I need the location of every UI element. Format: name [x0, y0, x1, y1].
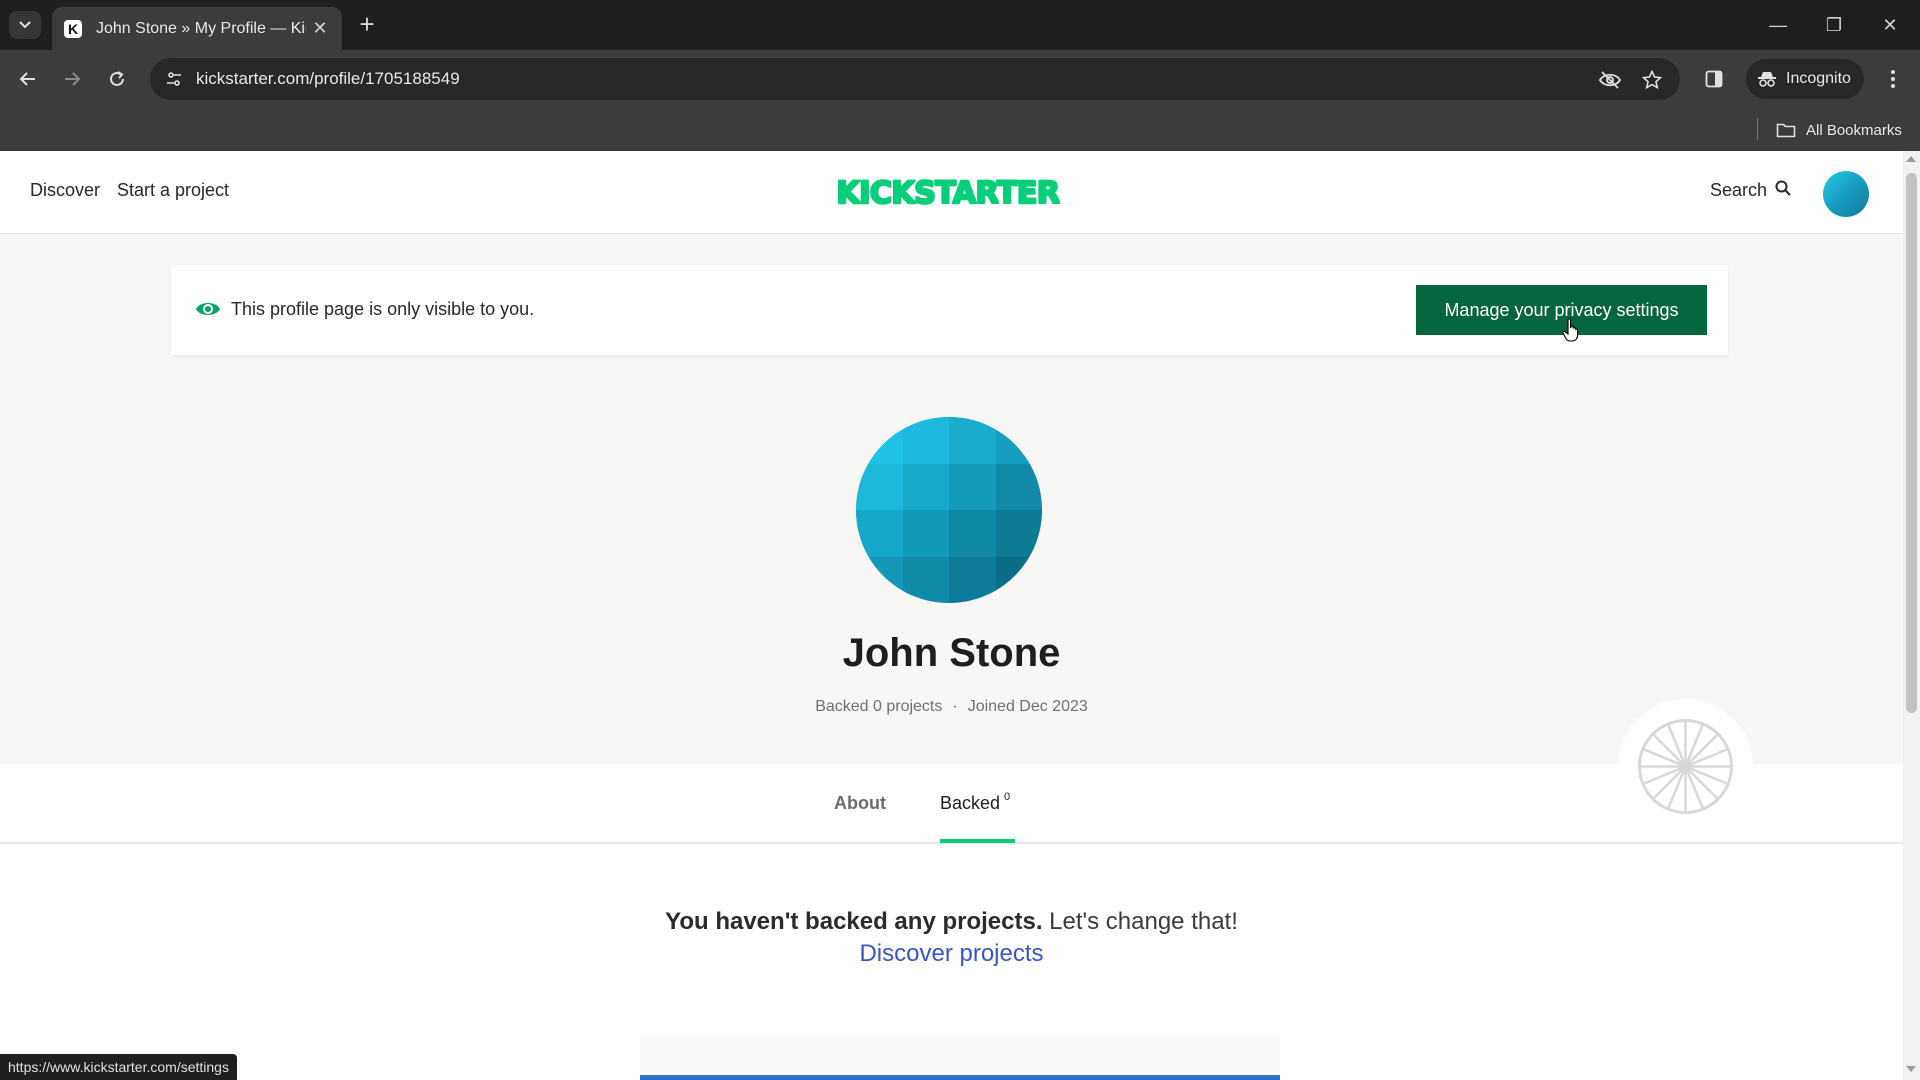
logo-wordmark: KICKSTARTER	[837, 176, 1060, 209]
meta-separator: ·	[952, 698, 958, 715]
empty-state-message: You haven't backed any projects. Let's c…	[0, 908, 1903, 936]
browser-menu-button[interactable]	[1878, 64, 1908, 94]
profile-name: John Stone	[842, 631, 1061, 675]
more-vertical-icon	[1891, 70, 1895, 88]
page-viewport: Discover Start a project KICKSTARTER Sea…	[0, 151, 1903, 1080]
hand-pointer-icon	[1562, 318, 1579, 342]
discover-projects-link[interactable]: Discover projects	[0, 940, 1903, 968]
empty-state-rest: Let's change that!	[1042, 908, 1238, 935]
site-header: Discover Start a project KICKSTARTER Sea…	[0, 151, 1903, 234]
loading-spinner-icon	[1618, 699, 1753, 834]
backed-count-text: Backed 0 projects	[815, 698, 943, 715]
back-button[interactable]	[13, 64, 43, 94]
kickstarter-logo[interactable]: KICKSTARTER	[835, 175, 1061, 213]
tab-about[interactable]: About	[834, 793, 886, 814]
close-tab-icon[interactable]: ✕	[310, 18, 330, 39]
url-text[interactable]: kickstarter.com/profile/1705188549	[196, 69, 460, 89]
side-panel-icon	[1705, 70, 1723, 88]
all-bookmarks-button[interactable]: All Bookmarks	[1776, 117, 1902, 143]
nav-discover-link[interactable]: Discover	[30, 180, 100, 201]
profile-avatar	[856, 417, 1042, 603]
content-card-accent	[640, 1075, 1280, 1080]
incognito-label: Incognito	[1786, 70, 1851, 87]
bookmarks-bar: All Bookmarks	[0, 108, 1920, 151]
search-button[interactable]: Search	[1710, 180, 1791, 201]
forward-button[interactable]	[57, 64, 87, 94]
kickstarter-favicon-icon: K	[64, 19, 82, 38]
all-bookmarks-label: All Bookmarks	[1806, 121, 1902, 139]
user-avatar-menu[interactable]	[1823, 171, 1869, 217]
browser-tab[interactable]: K John Stone » My Profile — Kick ✕	[52, 7, 342, 50]
nav-start-project-link[interactable]: Start a project	[117, 180, 229, 201]
scroll-up-arrow-icon[interactable]	[1906, 156, 1916, 162]
eye-icon	[196, 303, 220, 315]
scrollbar-thumb[interactable]	[1906, 173, 1917, 713]
site-info-button[interactable]	[160, 65, 188, 93]
address-bar[interactable]: kickstarter.com/profile/1705188549	[150, 58, 1680, 100]
search-label: Search	[1710, 180, 1768, 200]
tab-search-button[interactable]	[9, 11, 41, 39]
empty-state-bold: You haven't backed any projects.	[665, 908, 1043, 935]
privacy-notice-card: This profile page is only visible to you…	[171, 265, 1728, 355]
chevron-down-icon	[19, 21, 31, 29]
joined-date-text: Joined Dec 2023	[967, 698, 1088, 715]
tab-backed-count: 0	[1004, 791, 1011, 803]
tab-backed-label: Backed	[940, 793, 1001, 813]
arrow-right-icon	[65, 72, 81, 86]
side-panel-button[interactable]	[1699, 64, 1729, 94]
folder-icon	[1776, 123, 1796, 138]
tune-icon	[167, 72, 181, 86]
eye-slash-icon[interactable]	[1597, 67, 1623, 93]
reload-button[interactable]	[102, 64, 132, 94]
search-icon	[1775, 180, 1791, 201]
status-bar-url: https://www.kickstarter.com/settings	[0, 1054, 237, 1080]
new-tab-button[interactable]: +	[352, 10, 382, 40]
content-card-partial	[640, 1034, 1280, 1080]
active-tab-indicator	[940, 839, 1015, 843]
reload-icon	[110, 71, 124, 86]
restore-icon[interactable]: ❐	[1814, 10, 1854, 40]
arrow-left-icon	[19, 72, 35, 86]
browser-toolbar: kickstarter.com/profile/1705188549 Incog…	[0, 50, 1920, 108]
scroll-down-arrow-icon[interactable]	[1906, 1066, 1916, 1072]
tab-backed[interactable]: Backed 0	[940, 791, 1011, 814]
star-icon[interactable]	[1639, 67, 1665, 93]
bookmarks-divider	[1757, 118, 1758, 140]
incognito-icon	[1758, 72, 1776, 87]
browser-tab-bar: K John Stone » My Profile — Kick ✕ + — ❐…	[0, 0, 1920, 50]
tab-title: John Stone » My Profile — Kick	[96, 19, 306, 37]
privacy-message: This profile page is only visible to you…	[231, 299, 535, 319]
minimize-icon[interactable]: —	[1758, 10, 1798, 40]
close-window-icon[interactable]: ✕	[1870, 10, 1910, 40]
incognito-badge[interactable]: Incognito	[1746, 59, 1864, 99]
